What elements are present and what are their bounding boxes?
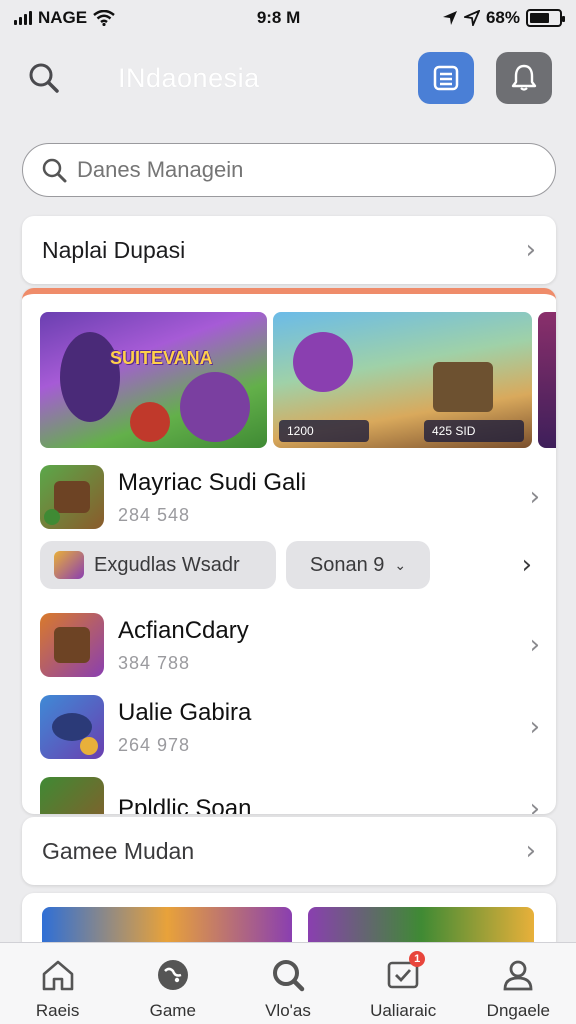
tab-label: Dngaele: [486, 1001, 550, 1020]
row-label: Gamee Mudan: [42, 837, 195, 864]
tab-ualiaraic[interactable]: 1 Ualiaraic: [353, 951, 453, 1021]
list-item[interactable]: Ualie Gabira 264 978 ›: [40, 692, 540, 762]
location-arrow-icon: [463, 10, 480, 26]
carrier-label: NAGE: [38, 8, 88, 27]
game-count: 284 548: [118, 504, 191, 525]
game-name: Mayriac Sudi Gali: [118, 468, 307, 496]
banner-title: SUITEVANA: [110, 348, 213, 368]
game-count: 384 788: [118, 652, 191, 673]
chip-exgudlas[interactable]: Exgudlas Wsadr: [40, 541, 276, 589]
chevron-right-icon: ›: [529, 794, 540, 814]
battery-icon: [526, 9, 565, 27]
banner-1[interactable]: SUITEVANA: [40, 312, 267, 448]
list-button[interactable]: [418, 52, 474, 104]
chevron-right-icon: ›: [525, 836, 536, 866]
chevron-right-icon: ›: [529, 630, 540, 660]
banner-carousel[interactable]: SUITEVANA 1200 425 SID: [40, 312, 556, 448]
notifications-button[interactable]: [496, 52, 552, 104]
tab-vloas[interactable]: Vlo'as: [238, 955, 338, 1021]
game-name: Ualie Gabira: [118, 698, 252, 726]
battery-level: [530, 13, 550, 23]
chevron-right-icon: ›: [529, 712, 540, 742]
profile-icon: [498, 955, 538, 995]
gamee-mudan-row[interactable]: Gamee Mudan ›: [22, 817, 556, 885]
status-right: 68%: [442, 8, 565, 28]
tab-label: Game: [149, 1001, 196, 1020]
chip-sonan[interactable]: Sonan 9 ⌄: [286, 541, 430, 589]
game-icon: [40, 695, 104, 759]
naplai-dupasi-row[interactable]: Naplai Dupasi ›: [22, 216, 556, 284]
search-icon: [268, 955, 308, 995]
list-item[interactable]: AcfianCdary 384 788 ›: [40, 610, 540, 680]
hud-right: 425 SID: [424, 420, 524, 442]
tab-label: Ualiaraic: [370, 1001, 437, 1020]
chevron-right-icon[interactable]: ›: [522, 550, 532, 580]
notification-badge: 1: [409, 951, 426, 967]
list-item[interactable]: Ppldlic Soan ›: [40, 774, 540, 814]
game-icon: [40, 777, 104, 814]
signal-icon: [14, 11, 32, 25]
chip-label: Exgudlas Wsadr: [94, 553, 240, 576]
clock: 9:8 M: [256, 8, 301, 27]
search-bar[interactable]: [22, 143, 556, 197]
search-icon[interactable]: [24, 58, 64, 98]
tab-game[interactable]: Game: [123, 955, 223, 1021]
battery-percent: 68%: [485, 8, 520, 27]
chip-icon: [54, 551, 84, 579]
chevron-down-icon: ⌄: [394, 556, 407, 573]
search-input[interactable]: [77, 157, 537, 183]
chevron-right-icon: ›: [525, 235, 536, 265]
tab-dngaele[interactable]: Dngaele: [468, 955, 568, 1021]
inbox-icon: 1: [383, 951, 426, 995]
tab-bar: Raeis Game Vlo'as 1 Ualiaraic Dngaele: [0, 942, 576, 1024]
home-icon: [38, 955, 78, 995]
row-label: Naplai Dupasi: [42, 236, 186, 263]
app-header: INdaonesia: [0, 50, 576, 106]
game-text: Ualie Gabira 264 978: [118, 699, 530, 756]
wifi-icon: [93, 10, 115, 26]
banner-2[interactable]: 1200 425 SID: [273, 312, 532, 448]
bell-icon: [511, 64, 537, 91]
game-icon: [40, 613, 104, 677]
game-name: Ppldlic Soan: [118, 795, 252, 814]
game-text: Mayriac Sudi Gali 284 548: [118, 469, 530, 526]
tab-label: Vlo'as: [265, 1001, 311, 1020]
tab-raeis[interactable]: Raeis: [8, 955, 108, 1021]
hud-left: 1200: [279, 420, 369, 442]
featured-games-card: SUITEVANA 1200 425 SID Mayriac Sudi Gali…: [22, 288, 556, 814]
chevron-right-icon: ›: [529, 482, 540, 512]
list-item[interactable]: Mayriac Sudi Gali 284 548 ›: [40, 462, 540, 532]
filter-chips: Exgudlas Wsadr Sonan 9 ⌄ ›: [40, 540, 540, 590]
game-icon: [153, 955, 193, 995]
banner-3[interactable]: [538, 312, 556, 448]
list-icon: [433, 65, 459, 91]
game-text: Ppldlic Soan: [118, 795, 530, 814]
game-icon: [40, 465, 104, 529]
status-left: NAGE: [14, 8, 115, 28]
page-title: INdaonesia: [118, 62, 260, 93]
status-bar: NAGE 9:8 M 68%: [0, 0, 576, 36]
location-arrow-icon: [442, 11, 457, 25]
game-text: AcfianCdary 384 788: [118, 617, 530, 674]
tab-label: Raeis: [35, 1001, 80, 1020]
game-name: AcfianCdary: [118, 616, 249, 644]
search-icon: [42, 158, 67, 183]
chip-label: Sonan 9: [309, 553, 385, 576]
game-count: 264 978: [118, 734, 191, 755]
